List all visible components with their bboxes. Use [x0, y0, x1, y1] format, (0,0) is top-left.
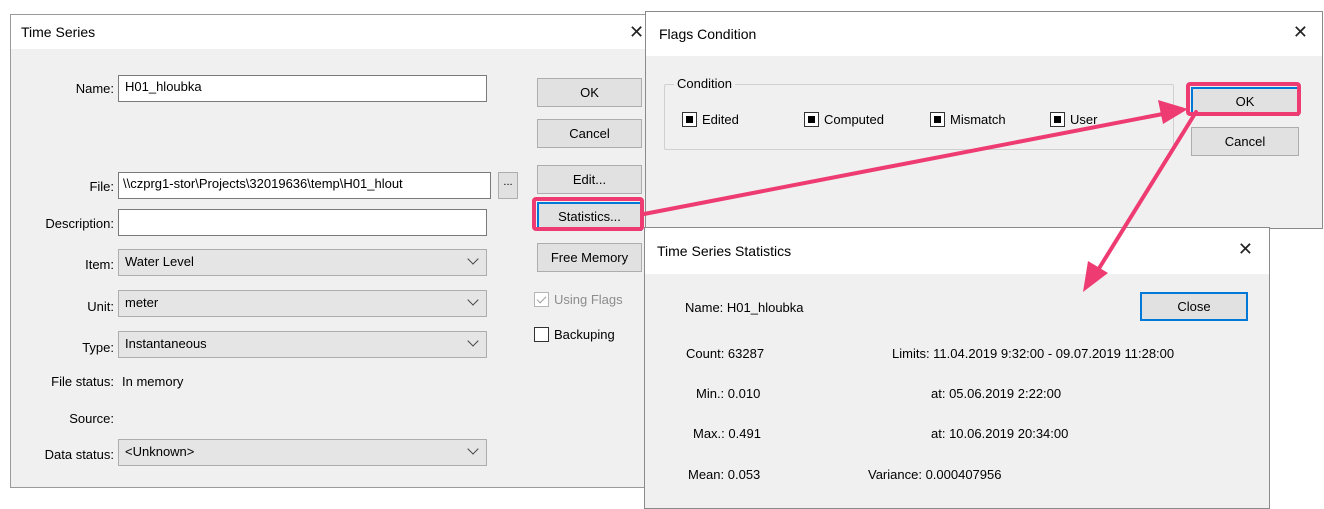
arrow-line-statistics-to-ok [642, 111, 1170, 216]
arrowhead-icon [1083, 261, 1108, 292]
arrowhead-icon [1158, 100, 1188, 124]
annotation-arrows [642, 100, 1198, 292]
arrow-line-ok-to-statistics [1096, 110, 1198, 272]
